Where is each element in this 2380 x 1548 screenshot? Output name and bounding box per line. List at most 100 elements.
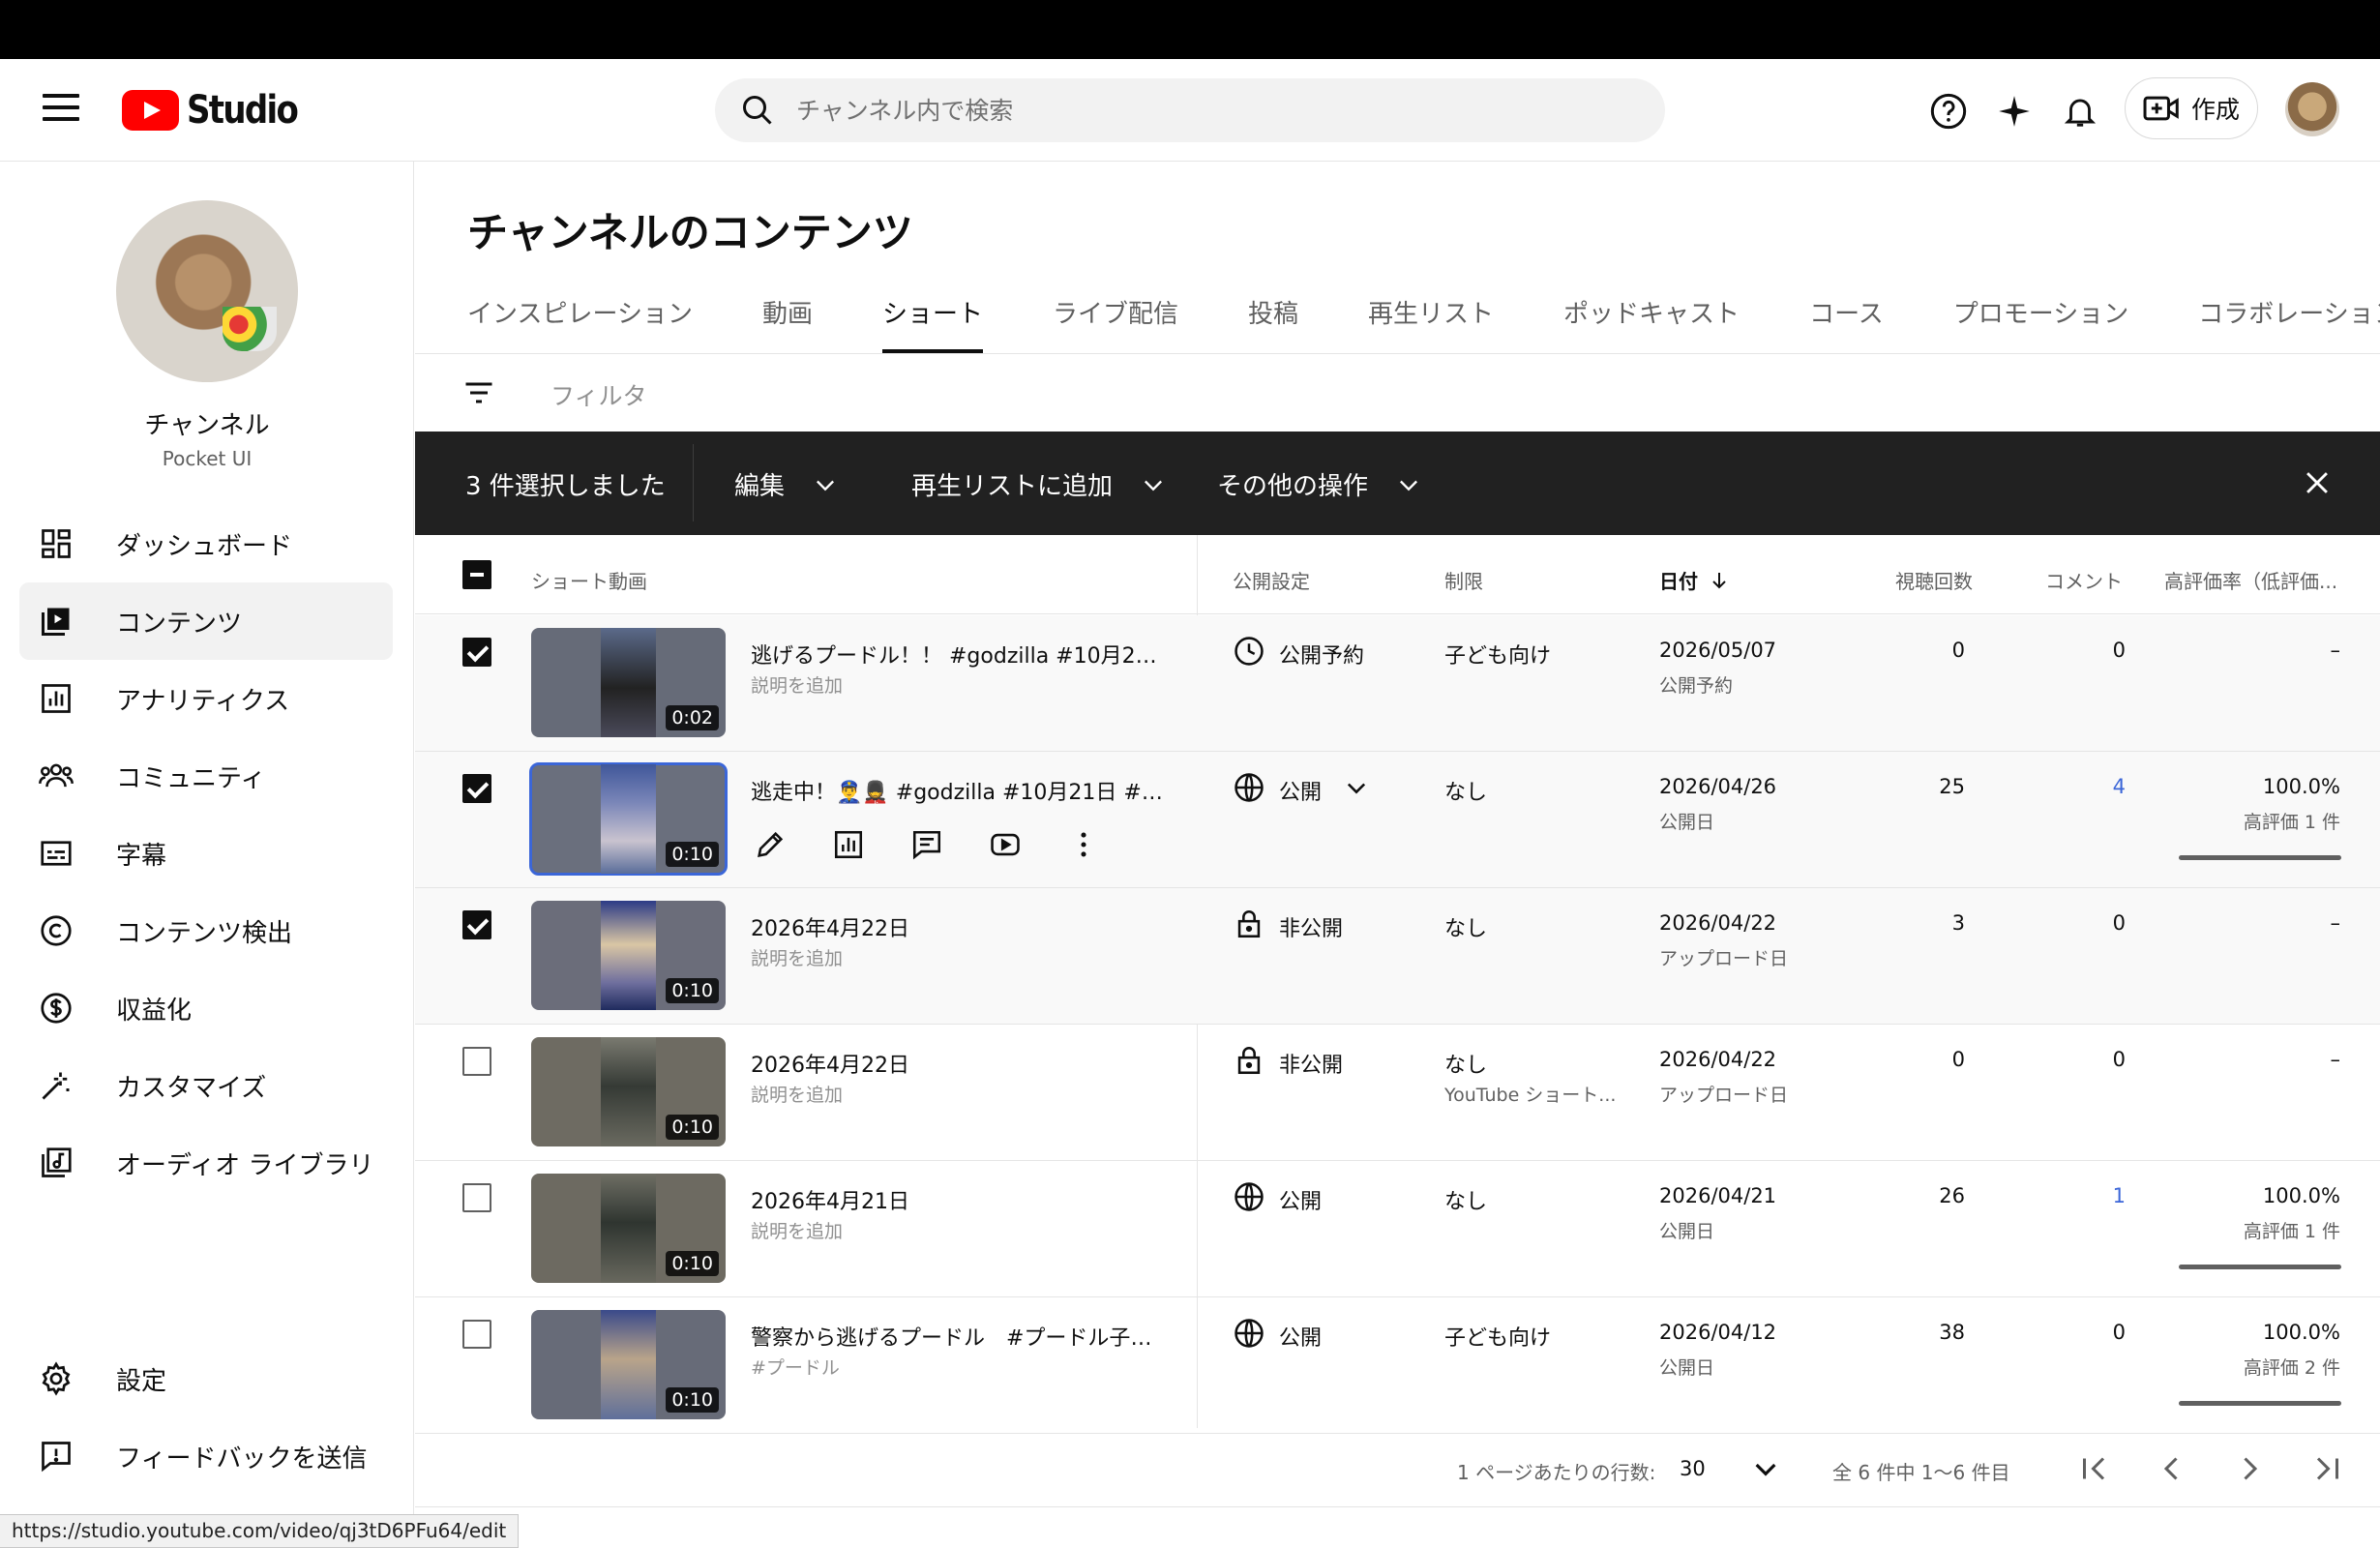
tab-playlists[interactable]: 再生リスト <box>1368 294 1494 353</box>
sidebar-item-feedback[interactable]: フィードバックを送信 <box>19 1417 393 1495</box>
tab-podcasts[interactable]: ポッドキャスト <box>1563 294 1740 353</box>
header-date[interactable]: 日付 <box>1659 566 1731 594</box>
tab-shorts[interactable]: ショート <box>881 294 984 353</box>
row-checkbox[interactable] <box>462 1183 491 1212</box>
header-likes[interactable]: 高評価率（低評価... <box>2164 566 2337 594</box>
sparkle-icon[interactable] <box>1992 89 2037 134</box>
row-checkbox[interactable] <box>462 1320 491 1349</box>
video-title[interactable]: 2026年4月21日 <box>751 1184 1167 1215</box>
close-icon[interactable] <box>2301 466 2334 503</box>
chevron-down-icon <box>1145 480 1163 491</box>
edit-pencil-icon[interactable] <box>751 825 789 864</box>
menu-icon[interactable] <box>43 94 79 127</box>
table-row[interactable]: 0:10 警察から逃げるプードル #プードル子犬 ... #プードル 公開 子ども向け 2… <box>415 1297 2380 1434</box>
visibility-cell[interactable]: 公開 <box>1233 771 1370 810</box>
prev-page-icon[interactable] <box>2153 1449 2191 1488</box>
table-row[interactable]: 0:10 2026年4月22日 説明を追加 非公開 なし 2026/04/22 アップロード… <box>415 888 2380 1025</box>
tab-promotions[interactable]: プロモーション <box>1953 294 2128 353</box>
video-title[interactable]: 逃走中！👮‍♂️💂 #godzilla #10月21日 #hulk <box>751 775 1167 806</box>
video-thumbnail[interactable]: 0:10 <box>531 1174 726 1283</box>
copyright-icon <box>37 911 75 950</box>
edit-dropdown[interactable]: 編集 <box>734 466 839 502</box>
search-bar[interactable] <box>715 78 1665 142</box>
notifications-icon[interactable] <box>2058 89 2102 134</box>
table-row[interactable]: 0:10 2026年4月22日 説明を追加 非公開 なし YouTube ショート... 2… <box>415 1025 2380 1161</box>
comments-icon[interactable] <box>907 825 946 864</box>
sidebar-item-content[interactable]: コンテンツ <box>19 582 393 660</box>
video-title[interactable]: 逃げるプードル！！ #godzilla #10月21日 #... <box>751 639 1167 670</box>
sidebar-item-settings[interactable]: 設定 <box>19 1340 393 1417</box>
sidebar-item-subtitles[interactable]: 字幕 <box>19 815 393 892</box>
video-description[interactable]: 説明を追加 <box>751 1081 843 1107</box>
next-page-icon[interactable] <box>2230 1449 2269 1488</box>
sidebar-item-content-detection[interactable]: コンテンツ検出 <box>19 892 393 969</box>
studio-logo[interactable]: Studio <box>122 87 316 134</box>
more-vert-icon[interactable] <box>1064 825 1103 864</box>
video-thumbnail[interactable]: 0:10 <box>531 901 726 1010</box>
help-icon[interactable] <box>1926 89 1971 134</box>
tab-posts[interactable]: 投稿 <box>1248 294 1298 353</box>
header-comments[interactable]: コメント <box>2045 566 2123 594</box>
filter-placeholder[interactable]: フィルタ <box>550 377 647 412</box>
table-row[interactable]: 0:10 2026年4月21日 説明を追加 公開 なし 2026/04/21 公開日 26 1 1… <box>415 1161 2380 1297</box>
table-row[interactable]: 0:02 逃げるプードル！！ #godzilla #10月21日 #...説明を追… <box>415 615 2380 752</box>
sidebar-item-customize[interactable]: カスタマイズ <box>19 1047 393 1124</box>
account-avatar[interactable] <box>2285 82 2339 136</box>
tab-videos[interactable]: 動画 <box>762 294 813 353</box>
comments-count[interactable]: 1 <box>2002 1184 2126 1207</box>
video-description[interactable]: 説明を追加 <box>751 671 843 698</box>
row-checkbox[interactable] <box>462 910 491 939</box>
header-visibility[interactable]: 公開設定 <box>1233 566 1310 594</box>
sidebar-item-monetization[interactable]: 収益化 <box>19 969 393 1047</box>
rows-per-page-value[interactable]: 30 <box>1680 1457 1706 1480</box>
video-thumbnail[interactable]: 0:10 <box>531 1310 726 1419</box>
channel-name: チャンネル <box>144 411 270 440</box>
channel-avatar[interactable] <box>116 200 298 382</box>
globe-icon <box>1233 1317 1265 1355</box>
sidebar-item-community[interactable]: コミュニティ <box>19 737 393 815</box>
sidebar-item-label: カスタマイズ <box>116 1073 267 1103</box>
video-thumbnail[interactable]: 0:10 <box>531 1037 726 1146</box>
header-views[interactable]: 視聴回数 <box>1895 566 1973 594</box>
date-value: 2026/04/26 <box>1659 775 1777 798</box>
row-checkbox[interactable] <box>462 774 491 803</box>
row-checkbox[interactable] <box>462 1047 491 1076</box>
sidebar-item-label: フィードバックを送信 <box>116 1444 368 1474</box>
views-count: 0 <box>1951 1048 1965 1071</box>
comments-count[interactable]: 4 <box>2002 775 2126 798</box>
video-title[interactable]: 2026年4月22日 <box>751 911 1167 942</box>
video-title[interactable]: 警察から逃げるプードル #プードル子犬 ... <box>751 1321 1167 1352</box>
video-thumbnail[interactable]: 0:10 <box>529 762 728 876</box>
add-to-playlist-dropdown[interactable]: 再生リストに追加 <box>911 466 1167 502</box>
chevron-down-icon[interactable] <box>1343 774 1370 807</box>
tab-live[interactable]: ライブ配信 <box>1053 294 1178 353</box>
analytics-icon[interactable] <box>829 825 868 864</box>
table-row[interactable]: 0:10 逃走中！👮‍♂️💂 #godzilla #10月21日 #hulk 公開… <box>415 752 2380 888</box>
sidebar-item-analytics[interactable]: アナリティクス <box>19 660 393 737</box>
sidebar-item-audio-library[interactable]: オーディオ ライブラリ <box>19 1124 393 1202</box>
header-restrictions[interactable]: 制限 <box>1444 566 1483 594</box>
search-icon[interactable] <box>740 93 775 128</box>
select-all-checkbox[interactable] <box>462 560 491 589</box>
filter-bar[interactable]: フィルタ <box>415 354 2380 432</box>
video-title[interactable]: 2026年4月22日 <box>751 1048 1167 1079</box>
tab-courses[interactable]: コース <box>1809 294 1884 353</box>
tab-collaborations[interactable]: コラボレーション <box>2198 294 2380 353</box>
row-checkbox[interactable] <box>462 638 491 667</box>
video-description[interactable]: 説明を追加 <box>751 1217 843 1243</box>
youtube-play-icon[interactable] <box>986 825 1025 864</box>
search-input[interactable] <box>796 96 1570 125</box>
chevron-down-icon[interactable] <box>1750 1453 1781 1489</box>
last-page-icon[interactable] <box>2307 1449 2346 1488</box>
sidebar-item-dashboard[interactable]: ダッシュボード <box>19 505 393 582</box>
tab-inspiration[interactable]: インスピレーション <box>467 294 693 353</box>
clock-icon <box>1233 635 1265 673</box>
first-page-icon[interactable] <box>2075 1449 2114 1488</box>
more-actions-dropdown[interactable]: その他の操作 <box>1217 466 1422 502</box>
create-video-icon <box>2143 96 2179 121</box>
video-description[interactable]: #プードル <box>751 1354 840 1380</box>
video-description[interactable]: 説明を追加 <box>751 944 843 970</box>
filter-icon[interactable] <box>461 375 496 414</box>
video-thumbnail[interactable]: 0:02 <box>531 628 726 737</box>
create-button[interactable]: 作成 <box>2125 77 2258 139</box>
